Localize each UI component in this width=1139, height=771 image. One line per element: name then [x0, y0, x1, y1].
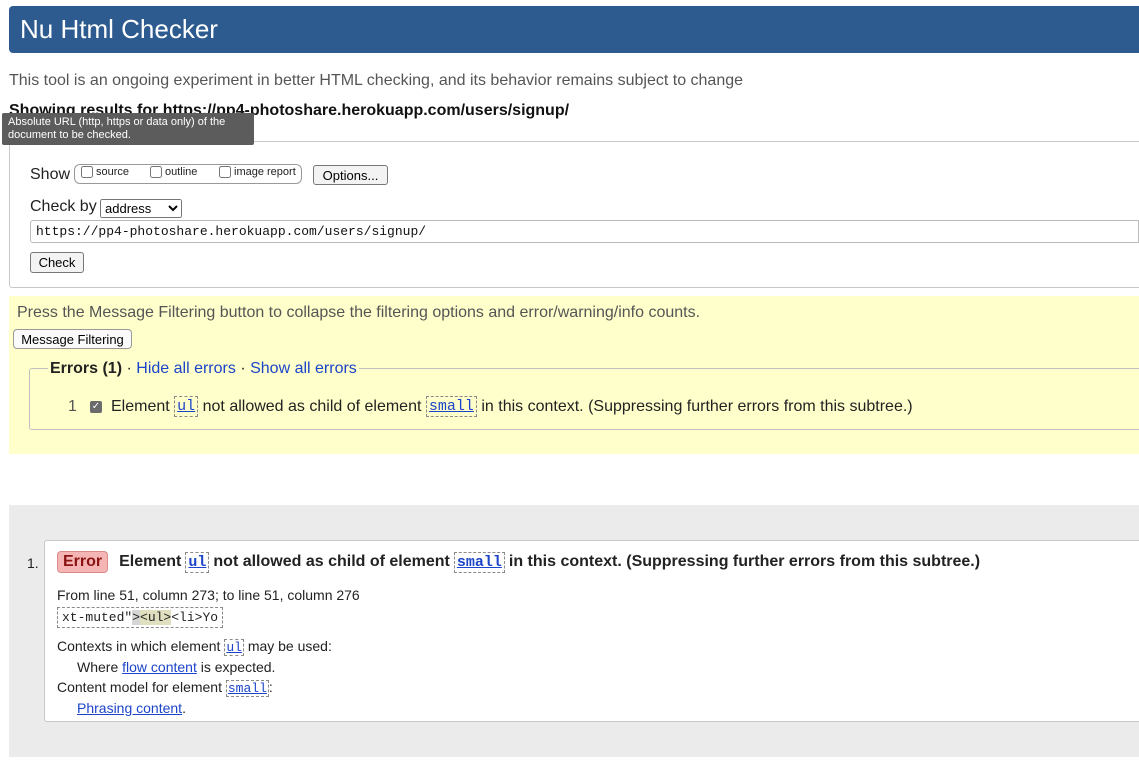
hide-all-errors-link[interactable]: Hide all errors: [136, 360, 236, 377]
result-number: 1.: [27, 555, 39, 571]
extract-highlight: <ul>: [140, 610, 172, 625]
errors-legend: Errors (1) · Hide all errors · Show all …: [48, 360, 359, 378]
intro-text: This tool is an ongoing experiment in be…: [9, 72, 744, 89]
result-card: Error Element ul not allowed as child of…: [44, 540, 1139, 722]
error-filter-checkbox[interactable]: ✓: [90, 400, 102, 413]
source-extract: xt-muted"><ul><li>Yo: [57, 607, 224, 628]
result-middle: not allowed as child of element: [213, 553, 450, 570]
page-header: Nu Html Checker: [9, 6, 1139, 53]
show-all-errors-link[interactable]: Show all errors: [250, 360, 357, 377]
contexts-suffix: may be used:: [247, 638, 332, 654]
url-tooltip: Absolute URL (http, https or data only) …: [2, 113, 254, 145]
phrasing-line: Phrasing content.: [77, 700, 186, 716]
model-prefix: Content model for element: [57, 679, 222, 695]
error-filter-suffix: in this context. (Suppressing further er…: [481, 397, 913, 415]
check-button[interactable]: Check: [30, 252, 84, 273]
check-by-label: Check by: [30, 198, 97, 215]
ul-code-link[interactable]: ul: [174, 396, 199, 417]
error-filter-number: 1: [68, 397, 77, 415]
ul-code-link[interactable]: ul: [224, 639, 244, 656]
where-prefix: Where: [77, 659, 119, 675]
show-image-report-option[interactable]: image report: [217, 166, 296, 178]
source-label: source: [96, 166, 130, 178]
error-location: From line 51, column 273; to line 51, co…: [57, 587, 360, 603]
filter-instructions: Press the Message Filtering button to co…: [17, 304, 701, 321]
source-checkbox[interactable]: [81, 166, 93, 178]
contexts-line: Contexts in which element ul may be used…: [57, 638, 332, 656]
errors-count-title: Errors (1): [50, 360, 123, 377]
message-filtering-button[interactable]: Message Filtering: [13, 329, 132, 349]
ul-code-link[interactable]: ul: [185, 551, 210, 573]
result-suffix: in this context. (Suppressing further er…: [508, 553, 981, 570]
small-code-link[interactable]: small: [453, 551, 505, 573]
contexts-prefix: Contexts in which element: [57, 638, 221, 654]
show-source-option[interactable]: source: [79, 166, 129, 178]
image-report-checkbox[interactable]: [219, 166, 231, 178]
where-suffix: is expected.: [200, 659, 276, 675]
show-label: Show: [30, 166, 71, 183]
show-options-group: source outline image report: [74, 164, 302, 184]
outline-checkbox[interactable]: [150, 166, 162, 178]
error-filter-middle: not allowed as child of element: [202, 397, 422, 415]
phrasing-content-link[interactable]: Phrasing content: [77, 700, 182, 716]
separator: ·: [126, 360, 132, 377]
model-suffix: :: [268, 679, 273, 695]
options-button[interactable]: Options...: [313, 165, 388, 185]
phrasing-suffix: .: [182, 700, 186, 716]
content-model-line: Content model for element small:: [57, 679, 273, 697]
small-code-link[interactable]: small: [425, 396, 477, 417]
small-code-link[interactable]: small: [225, 680, 269, 697]
show-outline-option[interactable]: outline: [148, 166, 197, 178]
flow-content-link[interactable]: flow content: [122, 659, 197, 675]
separator: ·: [240, 360, 246, 377]
result-prefix: Element: [119, 553, 182, 570]
outline-label: outline: [165, 166, 198, 178]
check-by-row: Check by address: [30, 198, 182, 218]
where-line: Where flow content is expected.: [77, 659, 275, 675]
check-by-select[interactable]: address: [100, 199, 182, 218]
error-filter-prefix: Element: [111, 397, 170, 415]
results-section: 1. Error Element ul not allowed as child…: [9, 505, 1139, 757]
extract-after: <li>Yo: [171, 610, 219, 625]
error-filter-item: 1 ✓ Element ul not allowed as child of e…: [68, 396, 913, 417]
image-report-label: image report: [234, 166, 296, 178]
errors-fieldset: Errors (1) · Hide all errors · Show all …: [29, 360, 1139, 430]
error-badge: Error: [57, 551, 109, 573]
page-title: Nu Html Checker: [20, 14, 218, 44]
extract-before: xt-muted": [62, 610, 133, 625]
extract-gt: >: [132, 610, 141, 625]
result-message: Error Element ul not allowed as child of…: [57, 551, 980, 573]
url-input[interactable]: [30, 220, 1139, 243]
message-filtering-section: Press the Message Filtering button to co…: [9, 296, 1139, 454]
